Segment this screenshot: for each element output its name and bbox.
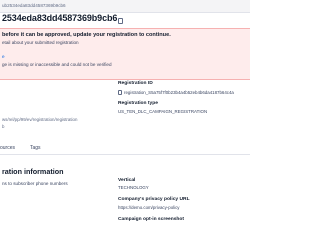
section-title: ration information bbox=[2, 167, 64, 176]
alert-subtitle: etail about your submitted registration bbox=[2, 40, 79, 45]
vertical-label: Vertical bbox=[118, 178, 136, 183]
tab-tags[interactable]: Tags bbox=[30, 145, 41, 151]
alert-link[interactable]: e bbox=[2, 54, 5, 59]
breadcrumb: ub2534eda83dd4587369b9cb6 bbox=[0, 0, 250, 13]
privacy-policy-value[interactable]: https://demo.com/privacy-policy bbox=[118, 205, 180, 210]
tab-bar: ources Tags bbox=[0, 142, 250, 155]
copy-icon[interactable] bbox=[118, 90, 122, 95]
registration-id-label: Registration ID bbox=[118, 81, 153, 86]
registration-type-label: Registration type bbox=[118, 101, 158, 106]
privacy-policy-label: Company's privacy policy URL bbox=[118, 197, 190, 202]
registration-id-row: registration_S5a75f7f0b23b4a4b52eb4b6da4… bbox=[118, 90, 234, 95]
registration-type-value: US_TEN_DLC_CAMPAIGN_REGISTRATION bbox=[118, 109, 208, 114]
section-subtitle: ns to subscriber phone numbers bbox=[2, 181, 68, 186]
opt-in-screenshot-label: Campaign opt-in screenshot bbox=[118, 217, 185, 222]
detail-url: ws/rel/pp/99/ev/registration/registratio… bbox=[2, 117, 78, 122]
vertical-value: TECHNOLOGY bbox=[118, 185, 149, 190]
page-title: 2534eda83dd4587369b9cb6 bbox=[2, 13, 118, 23]
tab-resources[interactable]: ources bbox=[0, 145, 15, 151]
detail-url-continued: b bbox=[2, 124, 5, 129]
alert-title: before it can be approved, update your r… bbox=[2, 32, 171, 38]
breadcrumb-text[interactable]: ub2534eda83dd4587369b9cb6 bbox=[2, 3, 66, 8]
registration-id-value: registration_S5a75f7f0b23b4a4b52eb4b6da4… bbox=[124, 90, 234, 95]
alert-detail: ge is missing or inaccessible and could … bbox=[2, 62, 112, 67]
error-alert: before it can be approved, update your r… bbox=[0, 28, 250, 80]
copy-icon[interactable] bbox=[118, 18, 123, 24]
